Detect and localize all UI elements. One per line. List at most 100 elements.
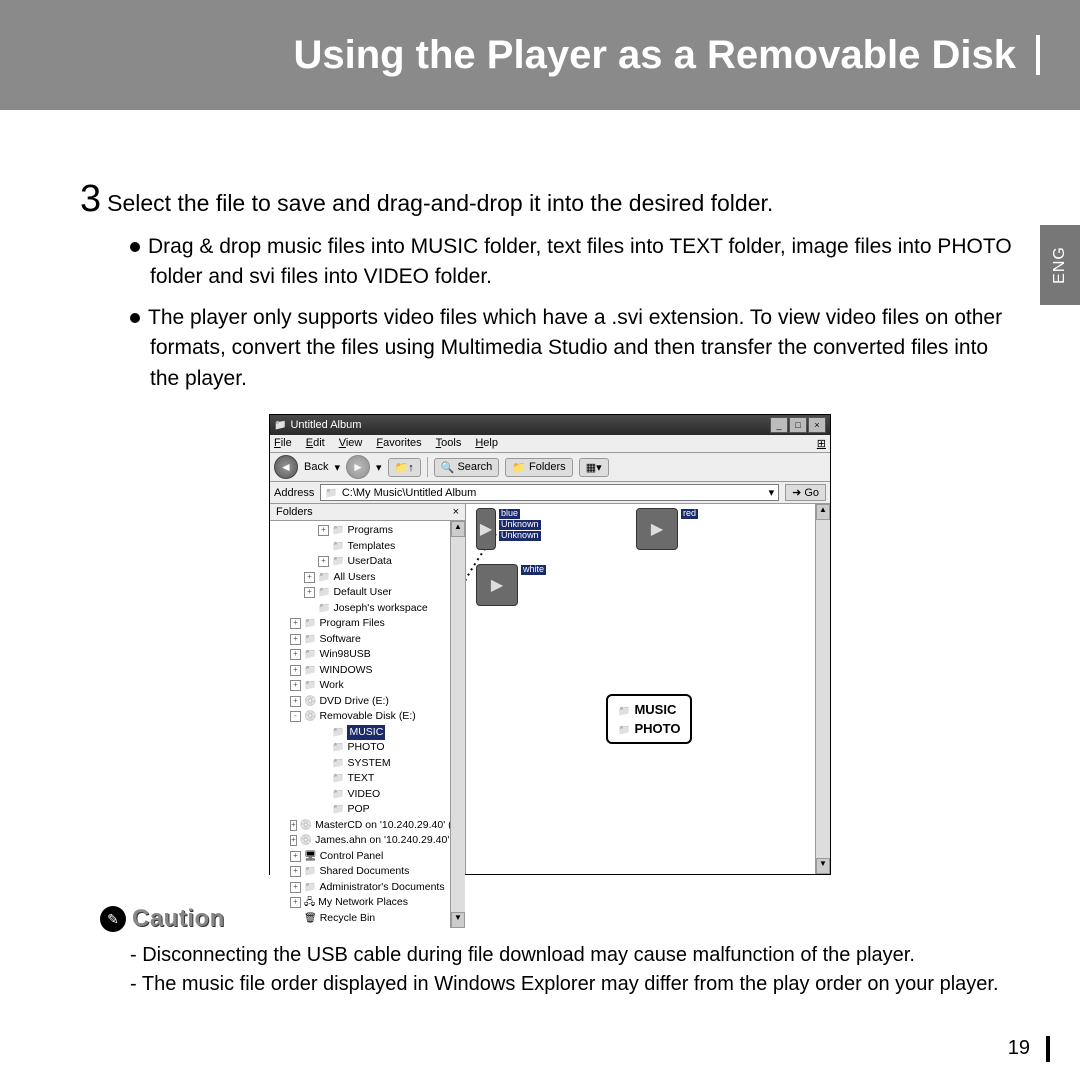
scroll-up-icon[interactable]: ▲	[816, 504, 830, 520]
folder-tree[interactable]: + ProgramsTemplates+UserData+All Users+De…	[270, 521, 450, 928]
drag-path-icon	[466, 504, 826, 874]
tree-item[interactable]: Recycle Bin	[274, 911, 450, 927]
tree-item[interactable]: +Administrator's Documents	[274, 880, 450, 896]
tree-item[interactable]: TEXT	[274, 771, 450, 787]
fold-icon	[332, 756, 344, 772]
dropdown-icon[interactable]: ▾	[769, 486, 775, 499]
tree-item[interactable]: POP	[274, 802, 450, 818]
step-row: 3 Select the file to save and drag-and-d…	[80, 180, 1020, 218]
media-file-icon: ▶	[476, 508, 496, 550]
scroll-down-icon[interactable]: ▼	[451, 912, 465, 928]
expand-icon[interactable]: +	[318, 525, 329, 536]
expand-icon[interactable]: +	[290, 680, 301, 691]
menu-favorites[interactable]: Favorites	[376, 437, 421, 450]
tree-item[interactable]: SYSTEM	[274, 756, 450, 772]
expand-icon[interactable]: +	[304, 587, 315, 598]
expand-icon[interactable]: +	[290, 866, 301, 877]
tree-item[interactable]: + Control Panel	[274, 849, 450, 865]
expand-icon[interactable]: +	[290, 665, 301, 676]
close-button[interactable]: ×	[808, 417, 826, 433]
maximize-button[interactable]: □	[789, 417, 807, 433]
tree-item-label: WINDOWS	[319, 663, 372, 678]
tree-item[interactable]: + WINDOWS	[274, 663, 450, 679]
fold-icon	[318, 585, 330, 601]
folders-button[interactable]: 📁 Folders	[505, 458, 572, 477]
file-item[interactable]: ▶blueUnknownUnknown	[476, 508, 546, 550]
back-button[interactable]: ◄	[274, 455, 298, 479]
expand-icon[interactable]: -	[290, 711, 301, 722]
tree-item[interactable]: +MasterCD on '10.240.29.40' (Y:)	[274, 818, 450, 834]
expand-icon[interactable]: +	[290, 851, 301, 862]
search-button[interactable]: 🔍 Search	[434, 458, 500, 477]
expand-icon[interactable]: +	[304, 572, 315, 583]
tree-item[interactable]: + Programs	[274, 523, 450, 539]
menu-help[interactable]: Help	[475, 437, 498, 450]
tree-item[interactable]: +DVD Drive (E:)	[274, 694, 450, 710]
tree-item[interactable]: + Program Files	[274, 616, 450, 632]
menu-view[interactable]: View	[339, 437, 363, 450]
address-input[interactable]: C:\My Music\Untitled Album ▾	[320, 484, 779, 501]
tree-item[interactable]: VIDEO	[274, 787, 450, 803]
file-item[interactable]: ▶red	[636, 508, 706, 550]
dropdown-icon[interactable]: ▾	[376, 461, 382, 474]
menu-tools[interactable]: Tools	[436, 437, 462, 450]
file-label: blue	[499, 509, 520, 519]
tree-item[interactable]: +UserData	[274, 554, 450, 570]
expand-icon[interactable]: +	[290, 634, 301, 645]
expand-icon[interactable]: +	[290, 835, 297, 846]
scroll-down-icon[interactable]: ▼	[816, 858, 830, 874]
folders-pane: Folders × +ProgramsTemplates+UserData+Al…	[270, 504, 466, 874]
expand-icon[interactable]: +	[290, 618, 301, 629]
tree-item-label: Program Files	[319, 616, 384, 631]
views-button[interactable]: ▦▾	[579, 458, 609, 477]
up-button[interactable]: 📁↑	[388, 458, 421, 477]
tree-item[interactable]: +All Users	[274, 570, 450, 586]
menu-bar: File Edit View Favorites Tools Help ⊞	[270, 435, 830, 453]
expand-icon[interactable]: +	[290, 882, 301, 893]
forward-button[interactable]: ►	[346, 455, 370, 479]
menu-edit[interactable]: Edit	[306, 437, 325, 450]
minimize-button[interactable]: _	[770, 417, 788, 433]
tree-item[interactable]: -Removable Disk (E:)	[274, 709, 450, 725]
tree-item[interactable]: MUSIC	[274, 725, 450, 741]
fold-icon	[318, 570, 330, 586]
tree-item[interactable]: PHOTO	[274, 740, 450, 756]
tree-item[interactable]: +My Network Places	[274, 895, 450, 911]
file-list-pane[interactable]: MUSIC PHOTO ▶blueUnknownUnknown▶red▶whit…	[466, 504, 830, 874]
page-header: Using the Player as a Removable Disk	[0, 0, 1080, 110]
tree-item[interactable]: +James.ahn on '10.240.29.40' (Z:)	[274, 833, 450, 849]
expand-icon[interactable]: +	[290, 649, 301, 660]
fold-icon	[304, 864, 316, 880]
menu-file[interactable]: File	[274, 437, 292, 450]
tree-item-label: Control Panel	[320, 849, 384, 864]
window-titlebar[interactable]: Untitled Album _ □ ×	[270, 415, 830, 435]
dropdown-icon[interactable]: ▾	[334, 461, 340, 474]
expand-icon[interactable]: +	[318, 556, 329, 567]
bullet-item: The player only supports video files whi…	[130, 303, 1020, 394]
tree-item[interactable]: +Win98USB	[274, 647, 450, 663]
expand-icon[interactable]: +	[290, 897, 301, 908]
tree-item[interactable]: Templates	[274, 539, 450, 555]
scroll-up-icon[interactable]: ▲	[451, 521, 465, 537]
callout-music: MUSIC	[634, 702, 676, 717]
tree-item[interactable]: Joseph's workspace	[274, 601, 450, 617]
tree-item[interactable]: +Default User	[274, 585, 450, 601]
tree-item-label: SYSTEM	[347, 756, 390, 771]
tree-item[interactable]: +Software	[274, 632, 450, 648]
file-item[interactable]: ▶white	[476, 564, 546, 606]
tree-item-label: PHOTO	[347, 740, 384, 755]
tree-item[interactable]: +Work	[274, 678, 450, 694]
expand-icon[interactable]: +	[290, 820, 297, 831]
folder-icon	[274, 419, 286, 431]
tree-item-label: Programs	[347, 523, 393, 538]
scrollbar-vertical[interactable]: ▲ ▼	[450, 521, 465, 928]
close-pane-button[interactable]: ×	[453, 506, 459, 518]
caution-section: ✎ Caution - Disconnecting the USB cable …	[0, 905, 1080, 999]
expand-icon[interactable]: +	[290, 696, 301, 707]
bin-icon	[304, 911, 317, 927]
bullet-text: The player only supports video files whi…	[148, 306, 1002, 390]
net-icon	[304, 895, 315, 911]
scrollbar-vertical[interactable]: ▲ ▼	[815, 504, 830, 874]
tree-item[interactable]: +Shared Documents	[274, 864, 450, 880]
go-button[interactable]: ➜ Go	[785, 484, 826, 501]
